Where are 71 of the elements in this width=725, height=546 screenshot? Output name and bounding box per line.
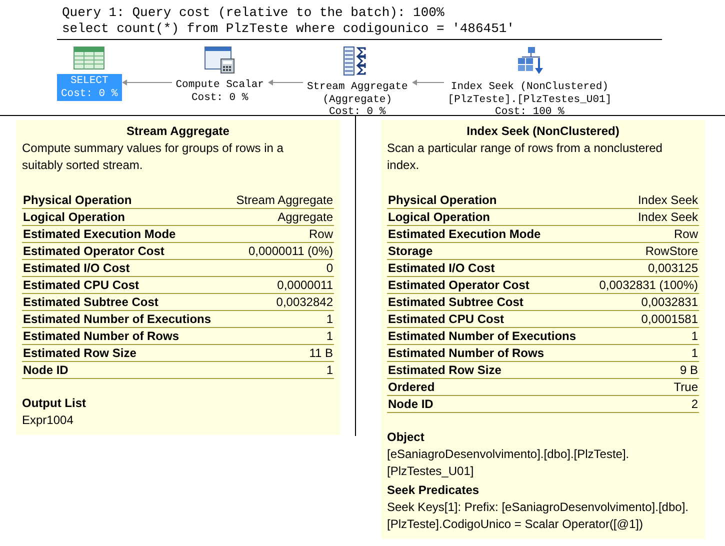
property-value: 0,0000011 (0%): [248, 243, 333, 259]
tooltip-title: Stream Aggregate: [126, 123, 230, 140]
property-label: Physical Operation: [388, 192, 497, 208]
property-value: RowStore: [645, 243, 698, 259]
property-value: 0,0032842: [276, 294, 333, 310]
section-text: [eSaniagroDesenvolvimento].[dbo].[PlzTeste].: [387, 446, 630, 463]
property-label: Estimated I/O Cost: [388, 260, 495, 276]
property-value: Stream Aggregate: [236, 192, 333, 208]
property-label: Estimated Subtree Cost: [388, 294, 524, 310]
property-label: Ordered: [388, 379, 435, 395]
property-value: 1: [691, 345, 698, 361]
property-value: 0,0032831 (100%): [599, 277, 698, 293]
property-label: Estimated CPU Cost: [388, 311, 504, 327]
property-label: Estimated Operator Cost: [388, 277, 530, 293]
tooltip-title: Index Seek (NonClustered): [466, 123, 620, 140]
section-heading: Seek Predicates: [387, 482, 480, 499]
query-statement: select count(*) from PlzTeste where codigounico = '486451': [62, 21, 516, 37]
property-label: Estimated Row Size: [388, 362, 502, 378]
property-value: 1: [326, 362, 333, 378]
property-label: Estimated Number of Rows: [388, 345, 544, 361]
property-value: 0,0001581: [641, 311, 698, 327]
property-label: Estimated CPU Cost: [23, 277, 140, 293]
property-value: Index Seek: [638, 209, 698, 225]
table-icon: [73, 46, 106, 70]
index-tree-icon: [516, 46, 544, 76]
property-label: Estimated Operator Cost: [23, 243, 164, 259]
section-text: [PlzTeste].CodigoUnico = Scalar Operator([@1]): [387, 516, 644, 533]
property-value: True: [674, 379, 698, 395]
tooltip-description: Scan a particular range of rows from a nonclustered index.: [387, 140, 664, 174]
property-label: Node ID: [23, 362, 68, 378]
query-cost-text: Query 1: Query cost (relative to the batch): 100%: [62, 5, 446, 21]
section-text: Seek Keys[1]: Prefix: [eSaniagroDesenvolvimento].[dbo].: [387, 499, 690, 516]
property-label: Storage: [388, 243, 433, 259]
flow-arrow: [412, 79, 444, 86]
property-label: Logical Operation: [23, 209, 126, 225]
tooltip-description: Compute summary values for groups of rows in a suitably sorted stream.: [22, 140, 284, 174]
plan-node-label[interactable]: Index Seek (NonClustered) [PlzTeste].[PlzTestes_U01] Cost: 100 %: [444, 80, 616, 120]
flow-arrow: [268, 79, 303, 86]
property-label: Estimated Number of Executions: [388, 328, 576, 344]
property-label: Physical Operation: [23, 192, 132, 208]
property-label: Estimated Execution Mode: [23, 226, 176, 242]
property-value: 1: [326, 311, 333, 327]
property-label: Estimated Number of Executions: [23, 311, 212, 327]
section-heading: Output List: [22, 395, 87, 412]
property-label: Estimated I/O Cost: [23, 260, 130, 276]
property-value: 11 B: [309, 345, 333, 361]
property-value: 0: [326, 260, 333, 276]
property-value: 1: [691, 328, 698, 344]
property-value: Row: [674, 226, 698, 242]
property-value: 2: [691, 396, 698, 412]
property-label: Estimated Subtree Cost: [23, 294, 158, 310]
property-value: Row: [308, 226, 333, 242]
property-value: 0,0000011: [277, 277, 333, 293]
property-value: Index Seek: [638, 192, 698, 208]
flow-arrow: [122, 79, 172, 86]
section-heading: Object: [387, 429, 426, 446]
property-label: Node ID: [388, 396, 434, 412]
property-value: 9 B: [680, 362, 698, 378]
section-text: [PlzTestes_U01]: [387, 463, 475, 480]
plan-node-label[interactable]: Compute Scalar Cost: 0 %: [172, 78, 268, 105]
property-label: Logical Operation: [388, 209, 490, 225]
property-label: Estimated Number of Rows: [23, 328, 180, 344]
property-label: Estimated Execution Mode: [388, 226, 541, 242]
property-label: Estimated Row Size: [23, 345, 136, 361]
property-value: 0,003125: [648, 260, 698, 276]
property-value: Aggregate: [278, 209, 333, 225]
property-value: 1: [326, 328, 333, 344]
section-text: Expr1004: [22, 412, 74, 429]
plan-node-label[interactable]: Stream Aggregate (Aggregate) Cost: 0 %: [302, 80, 412, 120]
property-value: 0,0032831: [641, 294, 698, 310]
calculator-icon: [204, 46, 236, 74]
